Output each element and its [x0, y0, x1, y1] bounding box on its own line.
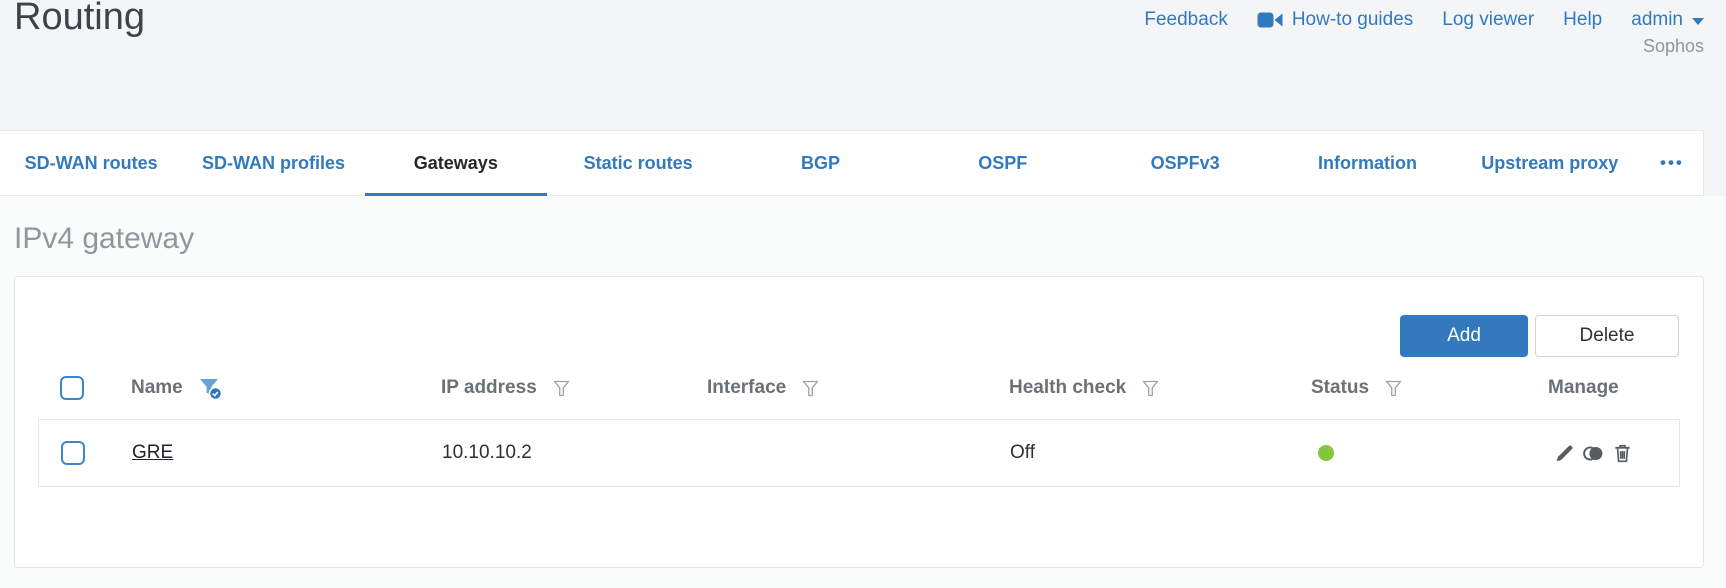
tab-gateways[interactable]: Gateways: [364, 131, 548, 196]
filter-icon[interactable]: [1383, 377, 1404, 400]
help-label: Help: [1563, 9, 1603, 30]
add-button[interactable]: Add: [1400, 315, 1528, 357]
chevron-down-icon: [1692, 17, 1704, 25]
video-camera-icon: [1257, 10, 1283, 30]
log-viewer-label: Log viewer: [1442, 9, 1535, 30]
help-link[interactable]: Help: [1563, 9, 1602, 31]
log-viewer-link[interactable]: Log viewer: [1442, 9, 1534, 31]
table-header: Name IP address Interface Health check S…: [15, 357, 1703, 419]
column-label-name: Name: [131, 377, 183, 398]
filter-icon[interactable]: [1140, 377, 1161, 400]
page-header: Routing Feedback How-to guides Log viewe…: [0, 0, 1726, 130]
filter-active-icon[interactable]: [197, 376, 223, 401]
gateway-panel: Add Delete Name IP address Interface Hea…: [14, 276, 1704, 568]
clone-icon[interactable]: [1582, 442, 1605, 465]
tab-information[interactable]: Information: [1276, 131, 1458, 195]
edit-icon[interactable]: [1553, 442, 1576, 465]
tab-sdwan-routes[interactable]: SD-WAN routes: [0, 131, 182, 195]
header-nav: Feedback How-to guides Log viewer Help a…: [1144, 9, 1704, 31]
health-check-cell: Off: [1010, 442, 1035, 463]
filter-icon[interactable]: [551, 377, 572, 400]
column-label-health-check: Health check: [1009, 377, 1127, 398]
panel-toolbar: Add Delete: [15, 315, 1679, 357]
tab-bgp[interactable]: BGP: [729, 131, 911, 195]
column-label-ip-address: IP address: [441, 377, 537, 398]
user-menu[interactable]: admin: [1631, 9, 1704, 31]
more-tabs-button[interactable]: •••: [1641, 131, 1703, 195]
manage-cell: [1553, 442, 1679, 465]
feedback-label: Feedback: [1144, 9, 1228, 30]
gateway-name-link[interactable]: GRE: [132, 442, 173, 464]
brand-label: Sophos: [1642, 36, 1704, 56]
page-title: Routing: [14, 0, 145, 38]
filter-icon[interactable]: [800, 377, 821, 400]
howto-guides-link[interactable]: How-to guides: [1257, 9, 1413, 31]
column-label-interface: Interface: [707, 377, 787, 398]
routing-page: Routing Feedback How-to guides Log viewe…: [0, 0, 1726, 588]
ip-address-cell: 10.10.10.2: [442, 442, 532, 463]
row-checkbox[interactable]: [61, 441, 85, 465]
tab-ospf[interactable]: OSPF: [912, 131, 1094, 195]
table-row: GRE 10.10.10.2 Off: [38, 419, 1680, 487]
status-dot: [1318, 445, 1334, 461]
select-all-checkbox[interactable]: [60, 376, 84, 400]
column-label-status: Status: [1311, 377, 1370, 398]
tab-bar: SD-WAN routes SD-WAN profiles Gateways S…: [0, 130, 1704, 196]
ellipsis-icon: •••: [1660, 153, 1684, 172]
content-area: IPv4 gateway Add Delete Name IP address …: [0, 196, 1726, 588]
tab-upstream-proxy[interactable]: Upstream proxy: [1459, 131, 1641, 195]
tab-sdwan-profiles[interactable]: SD-WAN profiles: [182, 131, 364, 195]
feedback-link[interactable]: Feedback: [1144, 9, 1227, 31]
user-menu-label: admin: [1631, 9, 1683, 30]
section-heading: IPv4 gateway: [14, 222, 195, 255]
howto-guides-label: How-to guides: [1291, 9, 1414, 30]
tab-static-routes[interactable]: Static routes: [547, 131, 729, 195]
tab-ospfv3[interactable]: OSPFv3: [1094, 131, 1276, 195]
column-label-manage: Manage: [1548, 377, 1619, 398]
delete-button[interactable]: Delete: [1535, 315, 1679, 357]
trash-icon[interactable]: [1611, 442, 1634, 465]
